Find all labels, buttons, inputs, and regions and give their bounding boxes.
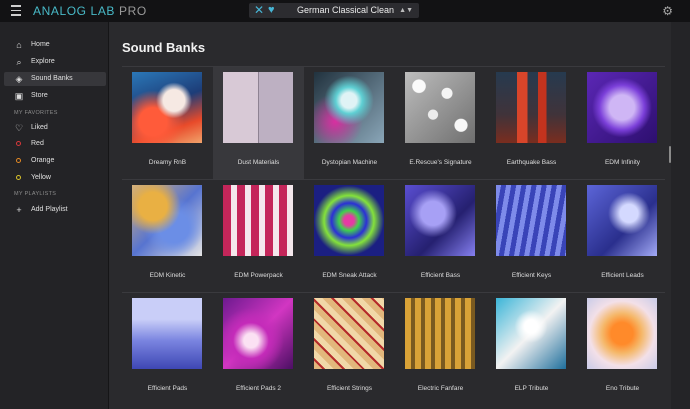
sound-bank-artwork xyxy=(314,72,384,143)
sound-bank-artwork xyxy=(314,298,384,369)
sound-bank-card[interactable]: Efficient Strings xyxy=(304,293,395,405)
main-panel: Sound Banks Dreamy RnB Dust Materials Dyst… xyxy=(109,22,690,409)
gear-icon[interactable]: ⚙ xyxy=(662,4,673,18)
yellow-dot-icon xyxy=(16,175,21,180)
sound-bank-card[interactable]: Earthquake Bass xyxy=(486,67,577,179)
sound-bank-name: Eno Tribute xyxy=(605,385,640,392)
sound-bank-card[interactable]: Dust Materials xyxy=(213,67,304,179)
sound-bank-name: EDM Powerpack xyxy=(234,272,283,279)
sound-bank-card[interactable]: Dystopian Machine xyxy=(304,67,395,179)
heart-icon: ♡ xyxy=(14,123,24,133)
layers-icon: ◈ xyxy=(15,74,23,84)
sound-bank-card[interactable]: Efficient Pads xyxy=(122,293,213,405)
sound-bank-name: Efficient Pads xyxy=(147,385,188,392)
sound-bank-name: Electric Fanfare xyxy=(417,385,464,392)
sound-bank-artwork xyxy=(223,298,293,369)
preset-selector[interactable]: ✕ ♥ German Classical Clean ▲▼ xyxy=(249,3,419,18)
close-icon[interactable]: ✕ xyxy=(254,3,264,18)
window-edge xyxy=(671,22,690,409)
sound-bank-name: Efficient Keys xyxy=(511,272,552,279)
app-brand: ANALOG LAB PRO xyxy=(33,4,147,18)
sound-bank-artwork xyxy=(405,298,475,369)
sound-bank-artwork xyxy=(587,72,657,143)
hamburger-icon[interactable] xyxy=(11,5,21,16)
sound-bank-artwork xyxy=(405,185,475,256)
orange-dot-icon xyxy=(16,158,21,163)
sound-bank-artwork xyxy=(405,72,475,143)
sound-bank-name: Dust Materials xyxy=(237,159,280,166)
sound-bank-name: E.Rescue's Signature xyxy=(409,159,472,166)
add-playlist-button[interactable]: + Add Playlist xyxy=(4,203,106,217)
plus-icon: + xyxy=(16,205,22,215)
sound-bank-card[interactable]: Efficient Keys xyxy=(486,180,577,292)
sound-bank-card[interactable]: ELP Tribute xyxy=(486,293,577,405)
sound-bank-name: Efficient Pads 2 xyxy=(235,385,282,392)
sound-bank-name: Efficient Bass xyxy=(420,272,461,279)
sound-bank-card[interactable]: Eno Tribute xyxy=(577,293,668,405)
favorite-yellow[interactable]: Yellow xyxy=(4,171,106,185)
favorites-heading: MY FAVORITES xyxy=(14,110,58,116)
sound-bank-name: EDM Sneak Attack xyxy=(322,272,377,279)
sidebar-item-store[interactable]: ▣ Store xyxy=(4,89,106,103)
sidebar-item-sound-banks[interactable]: ◈ Sound Banks xyxy=(4,72,106,86)
sound-bank-name: Dreamy RnB xyxy=(148,159,187,166)
sound-bank-artwork xyxy=(496,185,566,256)
favorite-red[interactable]: Red xyxy=(4,137,106,151)
sound-bank-artwork xyxy=(223,72,293,143)
preset-name: German Classical Clean xyxy=(297,5,395,15)
sound-bank-name: EDM Infinity xyxy=(604,159,641,166)
sidebar-item-home[interactable]: ⌂ Home xyxy=(4,38,106,52)
sound-bank-card[interactable]: EDM Kinetic xyxy=(122,180,213,292)
sound-bank-artwork xyxy=(314,185,384,256)
sound-bank-card[interactable]: Dreamy RnB xyxy=(122,67,213,179)
sound-bank-artwork xyxy=(132,298,202,369)
sound-bank-artwork xyxy=(496,72,566,143)
sound-bank-card[interactable]: Efficient Pads 2 xyxy=(213,293,304,405)
sound-bank-card[interactable]: Efficient Bass xyxy=(395,180,486,292)
sound-bank-artwork xyxy=(132,185,202,256)
sound-bank-card[interactable]: EDM Sneak Attack xyxy=(304,180,395,292)
search-icon: ⌕ xyxy=(16,57,22,67)
sound-bank-card[interactable]: E.Rescue's Signature xyxy=(395,67,486,179)
sound-bank-card[interactable]: Efficient Leads xyxy=(577,180,668,292)
up-down-arrows-icon[interactable]: ▲▼ xyxy=(399,3,413,18)
store-icon: ▣ xyxy=(14,91,24,101)
sidebar-item-explore[interactable]: ⌕ Explore xyxy=(4,55,106,69)
sidebar: ⌂ Home ⌕ Explore ◈ Sound Banks ▣ Store M… xyxy=(0,22,109,409)
sound-bank-name: Dystopian Machine xyxy=(321,159,378,166)
sound-bank-name: EDM Kinetic xyxy=(149,272,186,279)
home-icon: ⌂ xyxy=(16,40,22,50)
favorite-orange[interactable]: Orange xyxy=(4,154,106,168)
sound-bank-card[interactable]: EDM Powerpack xyxy=(213,180,304,292)
playlists-heading: MY PLAYLISTS xyxy=(14,191,57,197)
sound-bank-card[interactable]: Electric Fanfare xyxy=(395,293,486,405)
favorite-liked[interactable]: ♡ Liked xyxy=(4,121,106,135)
sound-bank-name: Efficient Leads xyxy=(601,272,644,279)
sound-bank-artwork xyxy=(496,298,566,369)
sound-bank-card[interactable]: EDM Infinity xyxy=(577,67,668,179)
page-title: Sound Banks xyxy=(122,40,206,55)
sound-bank-name: Efficient Strings xyxy=(326,385,373,392)
sound-bank-name: ELP Tribute xyxy=(514,385,549,392)
sound-bank-name: Earthquake Bass xyxy=(506,159,557,166)
red-dot-icon xyxy=(16,141,21,146)
top-bar: ANALOG LAB PRO ✕ ♥ German Classical Clea… xyxy=(0,0,690,22)
heart-icon[interactable]: ♥ xyxy=(268,3,275,18)
sound-bank-artwork xyxy=(587,185,657,256)
sound-bank-artwork xyxy=(132,72,202,143)
sound-bank-artwork xyxy=(587,298,657,369)
sound-bank-artwork xyxy=(223,185,293,256)
